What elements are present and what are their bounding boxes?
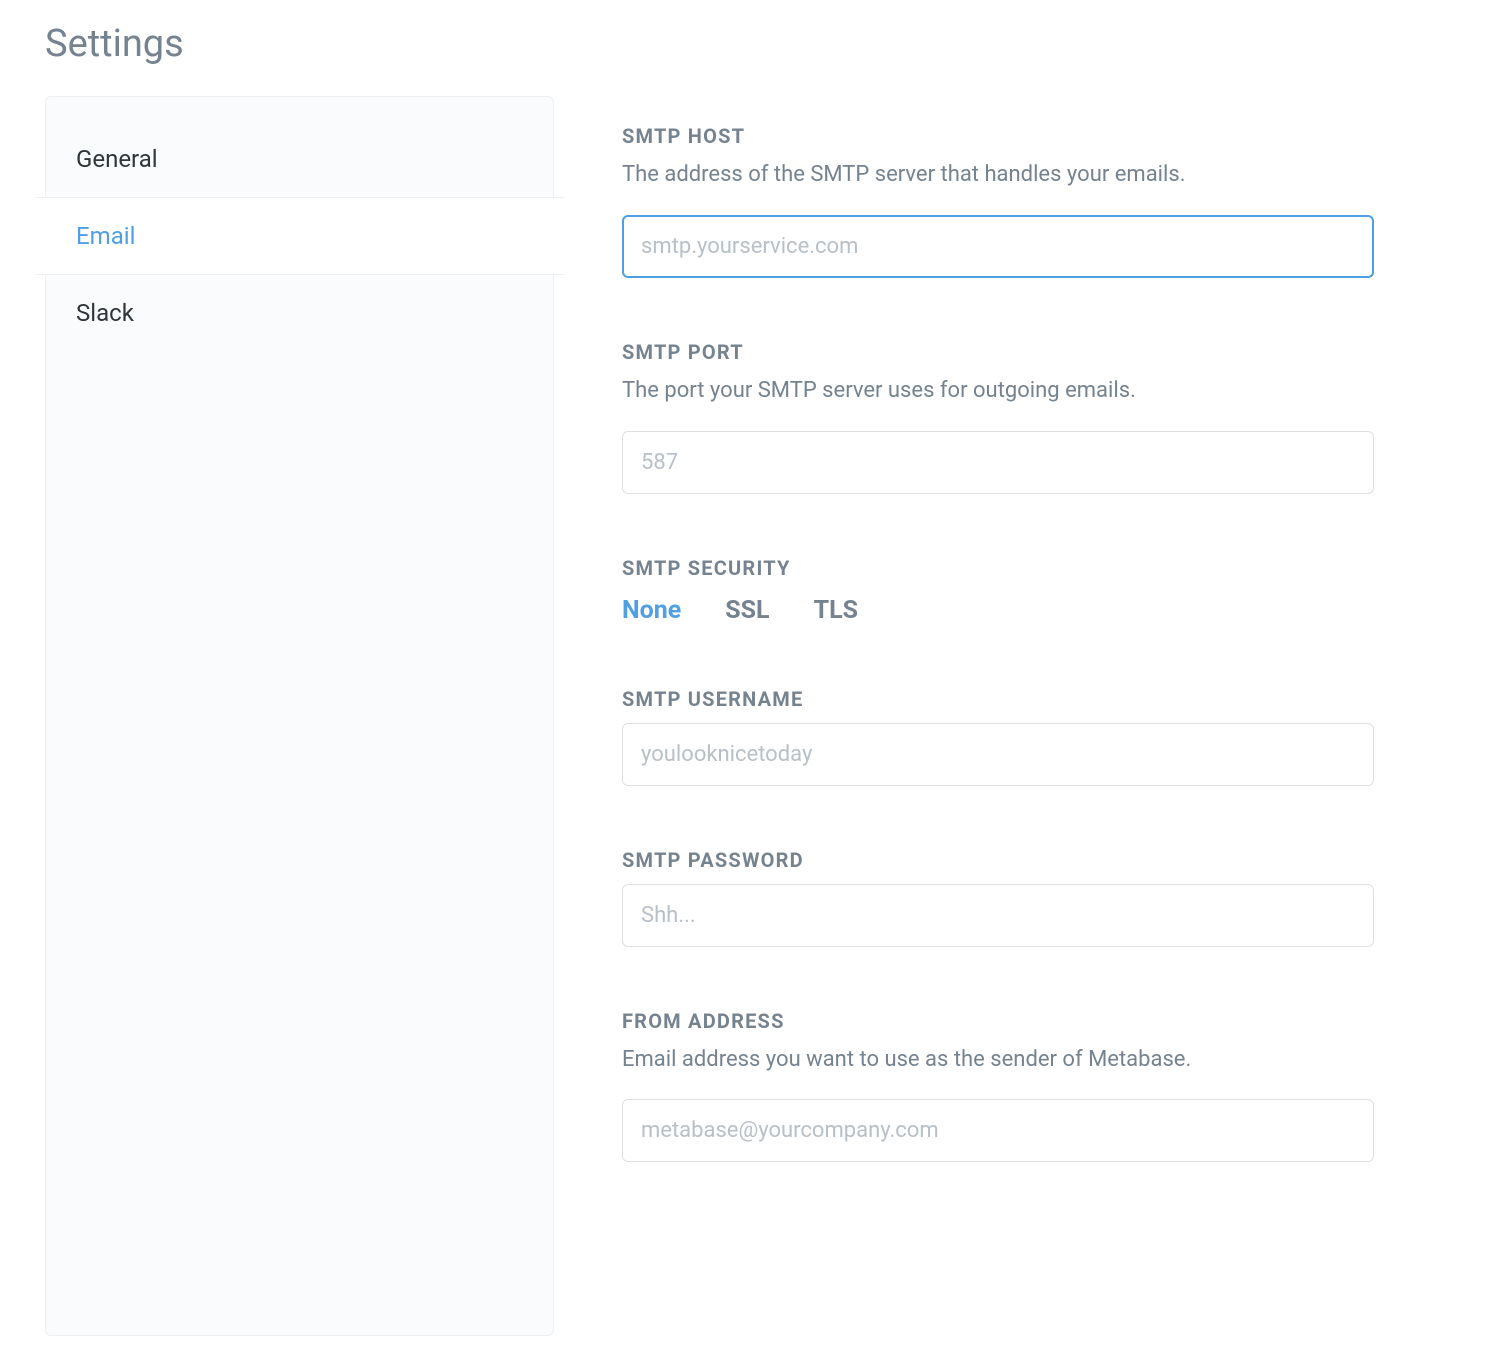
sidebar-item-general[interactable]: General [46, 121, 553, 197]
settings-sidebar: General Email Slack [45, 96, 554, 1336]
field-label: SMTP SECURITY [622, 556, 1374, 580]
field-desc: The address of the SMTP server that hand… [622, 160, 1374, 191]
field-smtp-host: SMTP HOST The address of the SMTP server… [622, 124, 1374, 278]
sidebar-item-slack[interactable]: Slack [46, 275, 553, 351]
field-label: SMTP PORT [622, 340, 1374, 364]
field-label: SMTP PASSWORD [622, 848, 1374, 872]
smtp-host-input[interactable] [622, 215, 1374, 278]
field-smtp-security: SMTP SECURITY None SSL TLS [622, 556, 1374, 625]
field-label: FROM ADDRESS [622, 1009, 1374, 1033]
page-title: Settings [0, 0, 1488, 96]
smtp-username-input[interactable] [622, 723, 1374, 786]
smtp-password-input[interactable] [622, 884, 1374, 947]
field-desc: Email address you want to use as the sen… [622, 1045, 1374, 1076]
sidebar-item-email[interactable]: Email [34, 197, 565, 275]
security-option-ssl[interactable]: SSL [725, 596, 769, 625]
field-from-address: FROM ADDRESS Email address you want to u… [622, 1009, 1374, 1163]
field-smtp-port: SMTP PORT The port your SMTP server uses… [622, 340, 1374, 494]
field-desc: The port your SMTP server uses for outgo… [622, 376, 1374, 407]
field-smtp-username: SMTP USERNAME [622, 687, 1374, 786]
from-address-input[interactable] [622, 1099, 1374, 1162]
security-option-tls[interactable]: TLS [814, 596, 858, 625]
field-label: SMTP USERNAME [622, 687, 1374, 711]
security-options: None SSL TLS [622, 592, 1374, 625]
field-label: SMTP HOST [622, 124, 1374, 148]
settings-form: SMTP HOST The address of the SMTP server… [554, 96, 1434, 1336]
field-smtp-password: SMTP PASSWORD [622, 848, 1374, 947]
smtp-port-input[interactable] [622, 431, 1374, 494]
security-option-none[interactable]: None [622, 596, 681, 625]
